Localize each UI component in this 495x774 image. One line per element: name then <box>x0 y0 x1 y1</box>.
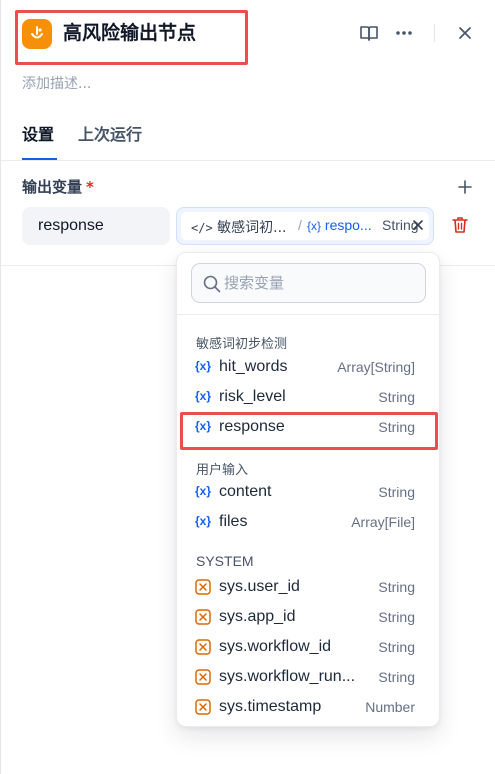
var-item-risk-level[interactable]: {x} risk_level String <box>191 384 427 412</box>
system-variable-icon <box>195 699 213 715</box>
tab-last-run[interactable]: 上次运行 <box>78 124 142 146</box>
variable-brace-icon: {x} <box>195 359 212 373</box>
var-item-name: files <box>219 513 248 530</box>
var-item-type: String <box>378 669 415 685</box>
output-variable-name-input[interactable]: response <box>22 207 170 245</box>
reference-node: </> 敏感词初... <box>191 217 287 237</box>
var-item-name: content <box>219 483 272 500</box>
variable-brace-icon: {x} <box>195 389 212 403</box>
var-item-type: String <box>378 639 415 655</box>
node-config-panel: 高风险输出节点 添加描述... 设置 上次运行 输出变量 * response … <box>0 0 495 774</box>
variable-search-input[interactable] <box>224 270 414 296</box>
tab-settings[interactable]: 设置 <box>22 124 54 146</box>
variable-reference-picker[interactable]: </> 敏感词初... / {x} respo... String <box>176 207 434 245</box>
tab-bar: 设置 上次运行 <box>1 118 495 161</box>
system-variable-icon <box>195 609 213 625</box>
var-item-type: Array[File] <box>351 514 415 530</box>
reference-separator: / <box>298 217 302 233</box>
var-item-hit-words[interactable]: {x} hit_words Array[String] <box>191 354 427 382</box>
var-item-name: sys.workflow_id <box>219 638 332 655</box>
var-item-name: sys.workflow_run... <box>219 668 356 685</box>
reference-node-name: 敏感词初... <box>217 220 287 236</box>
variable-search-box <box>191 263 426 303</box>
system-variable-icon <box>195 639 213 655</box>
var-item-files[interactable]: {x} files Array[File] <box>191 509 427 537</box>
var-item-name: risk_level <box>219 388 286 405</box>
close-icon[interactable] <box>453 21 477 45</box>
variable-brace-icon: {x} <box>307 219 322 233</box>
title-highlight-box <box>15 10 248 65</box>
variable-brace-icon: {x} <box>195 484 212 498</box>
var-item-type: Number <box>365 699 415 715</box>
reference-variable: {x} respo... <box>307 217 372 233</box>
code-icon: </> <box>191 221 213 235</box>
var-item-name: hit_words <box>219 358 288 375</box>
system-variable-icon <box>195 579 213 595</box>
group-title-sensitive-check: 敏感词初步检测 <box>196 337 288 352</box>
var-item-name: sys.timestamp <box>219 698 322 715</box>
trash-icon[interactable] <box>450 215 470 235</box>
output-variables-label: 输出变量 * <box>22 176 94 197</box>
var-item-type: String <box>378 609 415 625</box>
output-variables-label-text: 输出变量 <box>22 178 83 196</box>
book-icon[interactable] <box>357 21 381 45</box>
system-variable-icon <box>195 669 213 685</box>
group-title-user-input: 用户输入 <box>196 463 249 478</box>
var-item-type: String <box>378 389 415 405</box>
var-item-sys-workflow-run-id[interactable]: sys.workflow_run... String <box>191 664 427 692</box>
group-title-system: SYSTEM <box>196 553 254 569</box>
variable-reference-chip: </> 敏感词初... / {x} respo... String <box>181 212 429 240</box>
variable-brace-icon: {x} <box>195 514 212 528</box>
dropdown-divider <box>177 314 439 315</box>
variable-dropdown: 敏感词初步检测 {x} hit_words Array[String] {x} … <box>176 252 440 727</box>
more-dots-icon[interactable] <box>392 21 416 45</box>
header-divider <box>434 24 435 42</box>
var-item-type: String <box>378 484 415 500</box>
reference-variable-name: respo... <box>324 217 372 233</box>
var-item-content[interactable]: {x} content String <box>191 479 427 507</box>
var-item-sys-app-id[interactable]: sys.app_id String <box>191 604 427 632</box>
description-placeholder[interactable]: 添加描述... <box>22 73 91 93</box>
required-mark: * <box>86 178 94 196</box>
search-icon <box>203 275 221 293</box>
active-tab-underline <box>22 158 57 160</box>
plus-icon[interactable] <box>455 177 475 197</box>
var-item-type: Array[String] <box>337 359 415 375</box>
panel-header: 高风险输出节点 <box>1 0 495 66</box>
clear-reference-icon[interactable] <box>411 218 425 232</box>
var-item-sys-workflow-id[interactable]: sys.workflow_id String <box>191 634 427 662</box>
var-item-name: sys.user_id <box>219 578 300 595</box>
var-item-sys-user-id[interactable]: sys.user_id String <box>191 574 427 602</box>
var-item-name: sys.app_id <box>219 608 296 625</box>
var-item-type: String <box>378 579 415 595</box>
response-highlight-box <box>180 412 438 450</box>
var-item-sys-timestamp[interactable]: sys.timestamp Number <box>191 694 427 722</box>
